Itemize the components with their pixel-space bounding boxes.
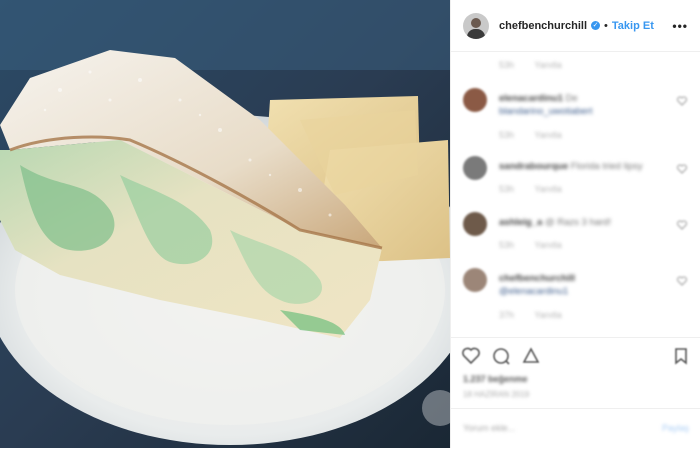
comment-item: ashleig_a @ Razs 3 hard! 53h Yanıtla <box>451 212 700 272</box>
comment-time: 53h <box>499 184 515 194</box>
comment-item: elenacardinu1 De blandarino_uwotiabert 5… <box>451 88 700 148</box>
commenter-avatar[interactable] <box>463 88 487 112</box>
comment-text: sandrabourque Florida tried lipsy <box>499 160 674 173</box>
commenter-username[interactable]: sandrabourque <box>499 161 568 172</box>
separator-dot: • <box>604 19 608 32</box>
post-header: chefbenchurchill ✓ • Takip Et ••• <box>451 0 700 52</box>
post-comment-button[interactable]: Paylaş <box>662 423 689 433</box>
reply-link[interactable]: Yanıtla <box>534 60 561 70</box>
comment-item: chefbenchurchill @elenacardinu1 37h Yanı… <box>451 268 700 328</box>
likes-count[interactable]: 1.237 beğenme <box>463 374 528 384</box>
commenter-username[interactable]: elenacardinu1 <box>499 93 563 104</box>
reply-link[interactable]: Yanıtla <box>534 310 561 320</box>
comment-time: 53h <box>499 240 515 250</box>
reply-link[interactable]: Yanıtla <box>534 130 561 140</box>
comment-meta: 53h Yanıtla <box>499 240 580 250</box>
commenter-username[interactable]: chefbenchurchill <box>499 273 575 284</box>
reply-link[interactable]: Yanıtla <box>534 240 561 250</box>
avatar-body-shape <box>467 28 485 39</box>
add-comment-input[interactable]: Yorum ekle... <box>463 423 515 433</box>
comment-meta: 53h Yanıtla <box>499 60 580 70</box>
more-options-icon[interactable]: ••• <box>672 19 688 33</box>
comment-meta: 53h Yanıtla <box>499 184 580 194</box>
author-username[interactable]: chefbenchurchill <box>499 20 587 32</box>
post-actions <box>451 337 700 378</box>
comment-time: 53h <box>499 130 515 140</box>
commenter-avatar[interactable] <box>463 268 487 292</box>
like-comment-icon[interactable] <box>677 276 687 286</box>
like-comment-icon[interactable] <box>677 96 687 106</box>
author-avatar[interactable] <box>463 12 489 39</box>
like-comment-icon[interactable] <box>677 164 687 174</box>
like-heart-icon[interactable] <box>461 346 481 366</box>
comment-time: 53h <box>499 60 515 70</box>
bookmark-icon[interactable] <box>671 346 691 366</box>
comment-item: sandrabourque Florida tried lipsy 53h Ya… <box>451 156 700 216</box>
comment-text: chefbenchurchill @elenacardinu1 <box>499 272 674 298</box>
share-icon[interactable] <box>521 346 541 366</box>
comment-time: 37h <box>499 310 515 320</box>
comment-meta: 53h Yanıtla <box>499 130 580 140</box>
comment-text: elenacardinu1 De blandarino_uwotiabert <box>499 92 674 118</box>
comment-mention[interactable]: blandarino_uwotiabert <box>499 106 592 117</box>
commenter-username[interactable]: ashleig_a <box>499 217 542 228</box>
comment-text: ashleig_a @ Razs 3 hard! <box>499 216 674 229</box>
avatar-head-shape <box>471 17 481 28</box>
post-photo-illustration <box>0 0 450 448</box>
commenter-avatar[interactable] <box>463 212 487 236</box>
comment-body: @ Razs 3 hard! <box>544 217 612 228</box>
comment-mention[interactable]: @elenacardinu1 <box>499 286 568 297</box>
like-comment-icon[interactable] <box>677 220 687 230</box>
commenter-avatar[interactable] <box>463 156 487 180</box>
post-photo <box>0 0 450 448</box>
add-comment-bar: Yorum ekle... Paylaş <box>451 408 700 449</box>
post-sidebar: chefbenchurchill ✓ • Takip Et ••• 53h Ya… <box>450 0 700 448</box>
comment-body: De <box>565 93 578 104</box>
comment-bubble-icon[interactable] <box>491 346 511 366</box>
post-date: 18 HAZİRAN 2019 <box>463 390 530 399</box>
verified-badge-icon: ✓ <box>591 21 601 30</box>
comment-body: Florida tried lipsy <box>570 161 643 172</box>
comment-meta: 37h Yanıtla <box>499 310 580 320</box>
reply-link[interactable]: Yanıtla <box>534 184 561 194</box>
comments-list: 53h Yanıtla elenacardinu1 De blandarino_… <box>451 52 700 337</box>
follow-button[interactable]: Takip Et <box>612 20 654 32</box>
